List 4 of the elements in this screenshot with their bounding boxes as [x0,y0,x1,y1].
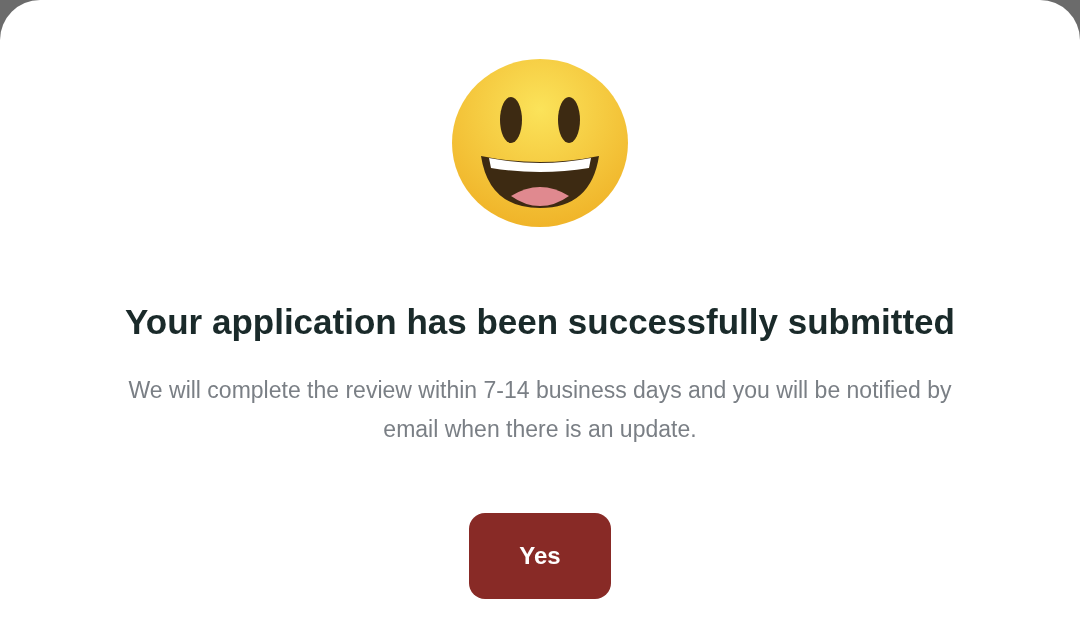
dialog-title: Your application has been successfully submitted [125,301,955,343]
smiley-icon [451,58,629,228]
dialog-message: We will complete the review within 7-14 business days and you will be notified by email when there is an update. [127,375,953,444]
yes-button[interactable]: Yes [469,512,611,599]
